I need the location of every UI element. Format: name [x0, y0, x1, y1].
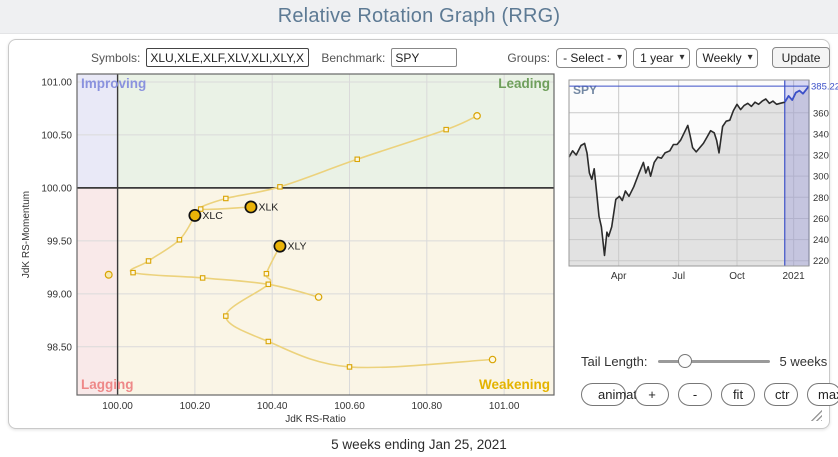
svg-text:Leading: Leading	[498, 76, 550, 91]
symbols-input[interactable]	[146, 48, 310, 67]
tail-length-slider[interactable]	[657, 353, 770, 369]
svg-text:XLY: XLY	[287, 241, 306, 253]
svg-text:XLC: XLC	[202, 210, 223, 222]
svg-text:SPY: SPY	[573, 83, 597, 97]
frequency-select-value: Weekly	[702, 50, 742, 65]
svg-text:Oct: Oct	[729, 271, 745, 282]
groups-select[interactable]: - Select - ▾	[556, 47, 628, 68]
svg-text:320: 320	[813, 151, 829, 162]
svg-text:220: 220	[813, 256, 829, 267]
chevron-down-icon: ▾	[747, 52, 753, 63]
benchmark-label: Benchmark:	[321, 50, 386, 65]
svg-text:JdK RS-Ratio: JdK RS-Ratio	[285, 414, 346, 425]
svg-text:2021: 2021	[783, 271, 806, 282]
svg-text:240: 240	[813, 235, 829, 246]
fit-button[interactable]: fit	[721, 383, 755, 406]
update-button[interactable]: Update	[771, 47, 831, 68]
svg-text:Apr: Apr	[611, 271, 627, 282]
benchmark-price-chart[interactable]: SPY 385.22 220 240 260 280 300 320 340 360 Apr Jul O…	[563, 72, 838, 289]
svg-text:360: 360	[813, 108, 829, 119]
svg-text:99.50: 99.50	[47, 236, 72, 247]
maximize-button[interactable]: max	[807, 383, 838, 406]
svg-text:100.40: 100.40	[257, 401, 288, 412]
svg-text:Weakening: Weakening	[479, 377, 550, 392]
rrg-panel: Symbols: Benchmark: Groups: - Select - ▾…	[8, 39, 838, 429]
zoom-out-button[interactable]: -	[678, 383, 712, 406]
chart-buttons-row: animate + - fit ctr max	[581, 383, 838, 406]
benchmark-input[interactable]	[391, 48, 458, 67]
svg-text:100.80: 100.80	[412, 401, 443, 412]
frequency-select[interactable]: Weekly ▾	[695, 47, 758, 68]
animate-button[interactable]: animate	[581, 383, 644, 406]
center-button[interactable]: ctr	[764, 383, 798, 406]
svg-text:JdK RS-Momentum: JdK RS-Momentum	[21, 191, 32, 278]
tail-length-label: Tail Length:	[581, 353, 648, 369]
svg-text:100.60: 100.60	[334, 401, 365, 412]
side-column: SPY 385.22 220 240 260 280 300 320 340 360 Apr Jul O…	[563, 70, 838, 437]
svg-text:XLK: XLK	[258, 201, 278, 213]
groups-label: Groups:	[507, 50, 551, 65]
controls-bar: Symbols: Benchmark: Groups: - Select - ▾…	[9, 40, 831, 70]
page-title: Relative Rotation Graph (RRG)	[277, 5, 561, 27]
groups-select-value: - Select -	[563, 50, 612, 65]
date-range-caption: 5 weeks ending Jan 25, 2021	[331, 437, 507, 452]
tail-length-value: 5 weeks	[779, 353, 828, 369]
svg-text:99.00: 99.00	[47, 289, 72, 300]
svg-text:101.00: 101.00	[41, 77, 72, 88]
svg-text:100.20: 100.20	[180, 401, 211, 412]
slider-thumb[interactable]	[677, 354, 692, 368]
title-bar: Relative Rotation Graph (RRG)	[0, 0, 838, 34]
period-select[interactable]: 1 year ▾	[633, 47, 690, 68]
svg-text:Lagging: Lagging	[81, 377, 134, 392]
svg-text:Improving: Improving	[81, 76, 146, 91]
svg-text:Jul: Jul	[672, 271, 685, 282]
svg-text:101.00: 101.00	[489, 401, 520, 412]
svg-text:100.00: 100.00	[41, 183, 72, 194]
zoom-in-button[interactable]: +	[635, 383, 669, 406]
svg-text:100.50: 100.50	[41, 130, 72, 141]
svg-text:260: 260	[813, 214, 829, 225]
svg-text:280: 280	[813, 193, 829, 204]
svg-text:340: 340	[813, 129, 829, 140]
tail-length-row: Tail Length: 5 weeks	[581, 353, 838, 369]
slider-track[interactable]	[657, 360, 770, 363]
svg-text:385.22: 385.22	[811, 82, 838, 93]
chevron-down-icon: ▾	[679, 52, 685, 63]
symbols-label: Symbols:	[91, 50, 141, 65]
panel-content: XLK XLC XLY Improving Leading Lagging Weakenin…	[9, 70, 838, 437]
rrg-chart[interactable]: XLK XLC XLY Improving Leading Lagging Weakenin…	[15, 70, 561, 437]
svg-text:100.00: 100.00	[102, 401, 133, 412]
svg-text:98.50: 98.50	[47, 342, 72, 353]
chevron-down-icon: ▾	[617, 52, 623, 63]
svg-text:300: 300	[813, 172, 829, 183]
period-select-value: 1 year	[640, 50, 674, 65]
